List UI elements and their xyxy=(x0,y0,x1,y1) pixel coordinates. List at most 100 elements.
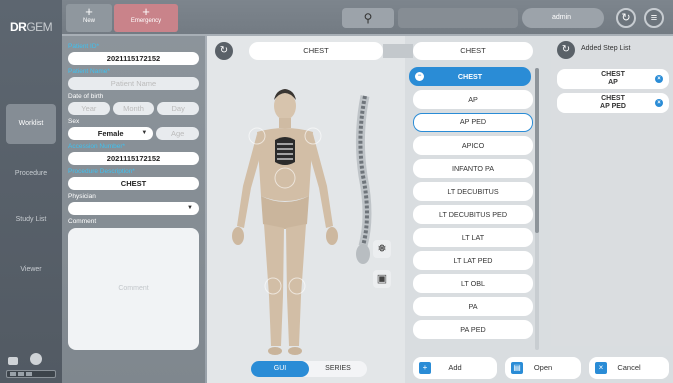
exam-item[interactable]: LT LAT xyxy=(413,228,533,247)
username: admin xyxy=(552,14,572,21)
exam-item-selected[interactable]: AP PED xyxy=(413,113,533,132)
exam-item[interactable]: LT DECUBITUS xyxy=(413,182,533,201)
accession-field[interactable]: 2021115172152 xyxy=(68,152,199,165)
chevron-down-icon: ▼ xyxy=(141,130,148,136)
add-button[interactable]: + Add xyxy=(413,357,497,379)
logo-gem-text: GEM xyxy=(26,20,53,34)
neck-region[interactable] xyxy=(279,118,291,128)
right-hand-region[interactable] xyxy=(232,227,244,245)
cancel-button[interactable]: × Cancel xyxy=(589,357,669,379)
patient-id-field[interactable]: 2021115172152 xyxy=(68,52,199,65)
main-area: ↻ CHEST ❅ ▣ GUI SERIES CHEST − CHEST AP … xyxy=(207,36,673,383)
plus-icon: + xyxy=(85,4,93,19)
close-icon[interactable]: × xyxy=(655,75,663,83)
accession-label: Accession Number* xyxy=(68,143,126,150)
step-item[interactable]: CHEST AP PED × xyxy=(557,93,669,113)
view-toggle[interactable]: GUI SERIES xyxy=(251,361,367,377)
status-segment xyxy=(10,372,16,376)
left-foot-region[interactable] xyxy=(288,347,302,355)
comment-label: Comment xyxy=(68,218,97,225)
exam-column: CHEST − CHEST AP AP PED APICO INFANTO PA… xyxy=(409,36,537,383)
exam-item[interactable]: PA PED xyxy=(413,320,533,339)
add-button-label: Add xyxy=(448,363,462,372)
chevron-down-icon: ▼ xyxy=(187,205,193,211)
emergency-button[interactable]: + Emergency xyxy=(114,4,178,32)
open-button-label: Open xyxy=(533,363,553,372)
reset-icon[interactable]: ↻ xyxy=(557,41,575,59)
procedure-label: Procedure Description* xyxy=(68,168,135,175)
step-item-line1: CHEST xyxy=(601,95,625,102)
new-button[interactable]: + New xyxy=(66,4,112,32)
open-button[interactable]: ▤ Open xyxy=(505,357,581,379)
toggle-gui[interactable]: GUI xyxy=(251,361,309,377)
user-badge[interactable]: admin xyxy=(522,8,604,28)
anatomy-panel: ↻ CHEST ❅ ▣ GUI SERIES xyxy=(207,36,405,383)
exam-list: − CHEST AP AP PED APICO INFANTO PA LT DE… xyxy=(409,67,533,343)
nav-bottom-icons xyxy=(8,353,42,365)
patient-id-label: Patient ID* xyxy=(68,43,100,50)
nav-item-viewer[interactable]: Viewer xyxy=(6,256,56,283)
physician-select[interactable]: ▼ xyxy=(68,202,199,215)
close-icon[interactable]: × xyxy=(655,99,663,107)
step-list-title: Added Step List xyxy=(581,45,631,52)
toggle-series[interactable]: SERIES xyxy=(309,361,367,377)
search-field-area[interactable] xyxy=(398,8,518,28)
procedure-field[interactable]: CHEST xyxy=(68,177,199,190)
search-button[interactable]: ⚲ xyxy=(342,8,394,28)
lungs-icon[interactable]: ❅ xyxy=(373,240,391,258)
step-item[interactable]: CHEST AP × xyxy=(557,69,669,89)
sex-value: Female xyxy=(97,129,124,138)
chest-region[interactable] xyxy=(275,137,295,165)
status-segment xyxy=(18,372,24,376)
step-item-line2: AP PED xyxy=(600,103,626,110)
right-arm-region[interactable] xyxy=(237,134,263,228)
physician-label: Physician xyxy=(68,193,96,200)
menu-button[interactable]: ≡ xyxy=(644,8,664,28)
minus-icon: − xyxy=(415,72,424,81)
exam-item[interactable]: LT OBL xyxy=(413,274,533,293)
left-nav: DRGEM Worklist Procedure Study List View… xyxy=(0,0,62,383)
exam-item[interactable]: APICO xyxy=(413,136,533,155)
exam-item[interactable]: LT LAT PED xyxy=(413,251,533,270)
network-icon[interactable] xyxy=(30,353,42,365)
region-filter-pill[interactable]: CHEST xyxy=(413,42,533,60)
sex-label: Sex xyxy=(68,118,80,125)
step-item-line2: AP xyxy=(608,79,618,86)
status-segment xyxy=(26,372,32,376)
reset-icon[interactable]: ↻ xyxy=(215,42,233,60)
dob-year-field[interactable]: Year xyxy=(68,102,110,115)
selected-region-pill[interactable]: CHEST xyxy=(249,42,383,60)
dob-month-field[interactable]: Month xyxy=(112,102,155,115)
app-logo: DRGEM xyxy=(10,20,53,34)
nav-item-worklist[interactable]: Worklist xyxy=(6,104,56,144)
step-list-panel: ↻ Added Step List CHEST AP × CHEST AP PE… xyxy=(551,36,673,346)
device-status-bar xyxy=(6,370,56,378)
scrollbar-thumb[interactable] xyxy=(535,68,539,233)
dob-day-field[interactable]: Day xyxy=(157,102,200,115)
body-figure[interactable] xyxy=(217,76,377,366)
patient-name-field[interactable]: Patient Name xyxy=(68,77,199,90)
right-foot-region[interactable] xyxy=(268,347,282,355)
patient-name-label: Patient Name* xyxy=(68,68,110,75)
left-hand-region[interactable] xyxy=(326,227,338,245)
printer-icon[interactable] xyxy=(8,357,18,365)
left-arm-region[interactable] xyxy=(307,134,333,228)
nav-item-procedure[interactable]: Procedure xyxy=(6,160,56,187)
comment-field[interactable]: Comment xyxy=(68,228,199,350)
exam-item[interactable]: INFANTO PA xyxy=(413,159,533,178)
plus-icon: + xyxy=(142,4,150,19)
sex-select[interactable]: Female ▼ xyxy=(68,127,154,140)
patient-form: Patient ID* 2021115172152 Patient Name* … xyxy=(62,36,205,383)
exam-group-header[interactable]: − CHEST xyxy=(409,67,531,86)
nav-item-study-list[interactable]: Study List xyxy=(6,206,56,233)
top-bar: + New + Emergency ⚲ admin ↻ ≡ xyxy=(62,0,673,34)
exam-item[interactable]: PA xyxy=(413,297,533,316)
refresh-button[interactable]: ↻ xyxy=(616,8,636,28)
age-field[interactable]: Age xyxy=(156,127,199,140)
exam-item[interactable]: LT DECUBITUS PED xyxy=(413,205,533,224)
exam-item[interactable]: AP xyxy=(413,90,533,109)
accessory-icon[interactable]: ▣ xyxy=(373,270,391,288)
emergency-button-label: Emergency xyxy=(130,18,162,24)
spine-figure[interactable] xyxy=(355,95,372,264)
exam-scrollbar[interactable] xyxy=(535,68,539,350)
